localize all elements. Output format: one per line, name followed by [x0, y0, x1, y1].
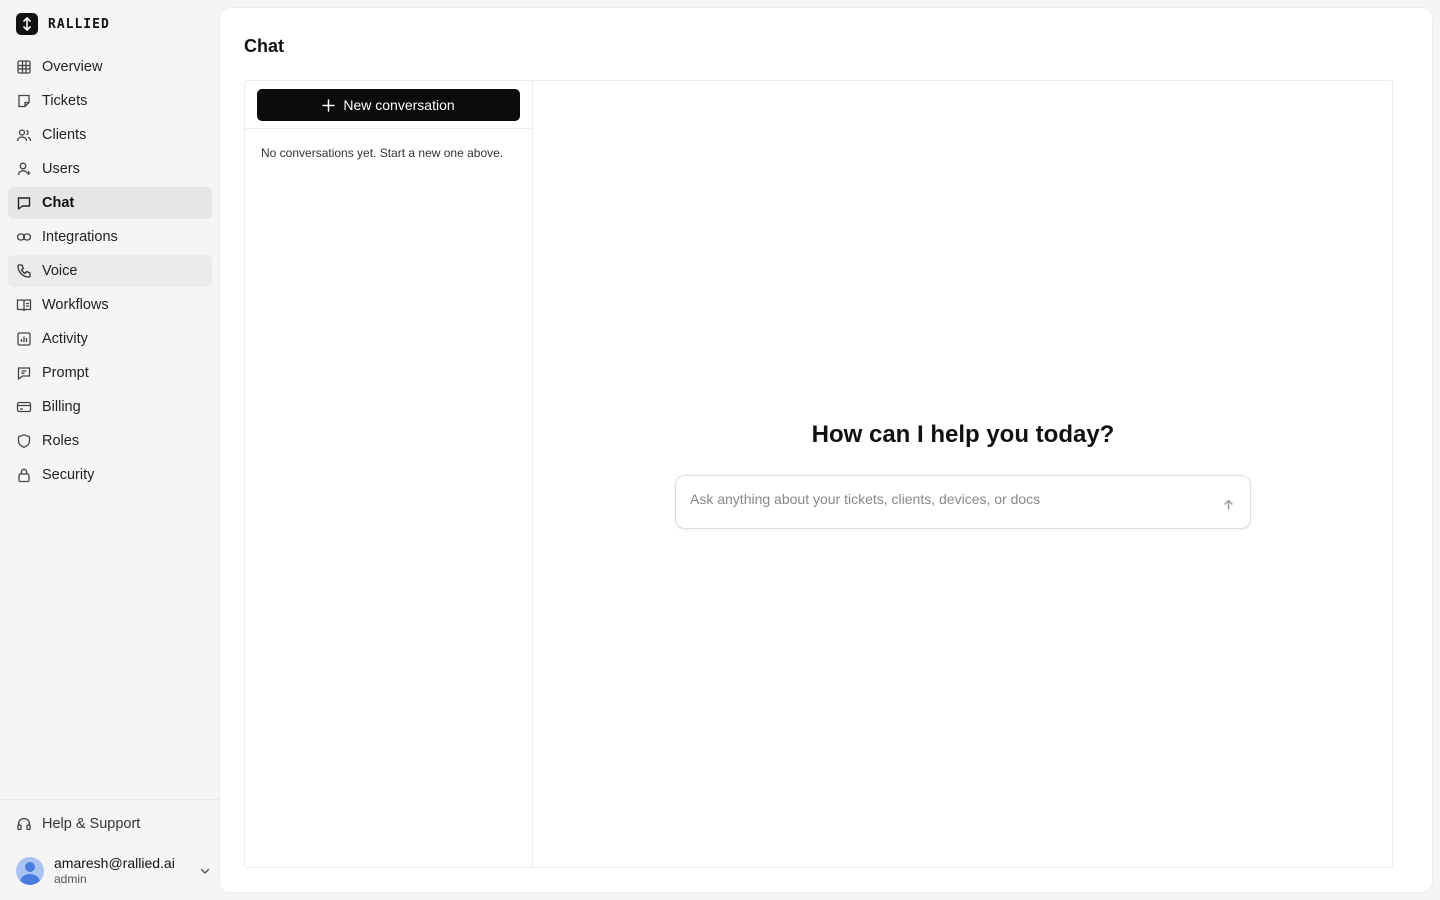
sidebar-item-users[interactable]: Users	[8, 153, 212, 185]
empty-conversations-text: No conversations yet. Start a new one ab…	[261, 146, 504, 160]
new-conversation-button[interactable]: New conversation	[257, 89, 520, 121]
conversation-divider	[245, 128, 532, 129]
sidebar-item-label: Tickets	[42, 93, 88, 109]
sidebar-item-label: Billing	[42, 399, 81, 415]
plus-icon	[322, 98, 336, 112]
welcome-heading: How can I help you today?	[811, 421, 1115, 448]
sidebar-item-clients[interactable]: Clients	[8, 119, 212, 151]
sidebar-divider	[0, 799, 220, 800]
grid-icon	[17, 60, 31, 74]
sidebar-item-prompt[interactable]: Prompt	[8, 357, 212, 389]
page-title: Chat	[244, 36, 284, 56]
sidebar-item-integrations[interactable]: Integrations	[8, 221, 212, 253]
rallied-logo-icon	[16, 13, 38, 35]
user-menu[interactable]: amaresh@rallied.ai admin	[16, 854, 212, 888]
sidebar-item-roles[interactable]: Roles	[8, 425, 212, 457]
sidebar-item-label: Overview	[42, 59, 103, 75]
sidebar-item-workflows[interactable]: Workflows	[8, 289, 212, 321]
sidebar-item-label: Roles	[42, 433, 80, 449]
brand-name: RALLIED	[48, 16, 110, 32]
bar-chart-icon	[17, 332, 31, 346]
sidebar-item-label: Clients	[42, 127, 87, 143]
headset-icon	[17, 817, 31, 831]
conversation-list: New conversation No conversations yet. S…	[245, 81, 533, 867]
chat-icon	[17, 197, 31, 210]
sidebar-item-security[interactable]: Security	[8, 459, 212, 491]
chat-frame: New conversation No conversations yet. S…	[244, 80, 1393, 868]
main-panel: Chat New conversation No conversations y…	[220, 8, 1432, 892]
link-icon	[16, 233, 32, 241]
help-support-label: Help & Support	[42, 816, 141, 832]
book-icon	[16, 299, 32, 312]
brand[interactable]: RALLIED	[16, 12, 110, 36]
lock-icon	[18, 468, 30, 483]
phone-icon	[17, 264, 31, 278]
user-icon	[17, 162, 31, 176]
shield-icon	[17, 434, 31, 448]
chevron-down-icon[interactable]	[198, 864, 212, 878]
sidebar-item-label: Activity	[42, 331, 88, 347]
sidebar-item-chat[interactable]: Chat	[8, 187, 212, 219]
ticket-icon	[18, 94, 30, 108]
help-support-link[interactable]: Help & Support	[8, 808, 212, 840]
sidebar-item-label: Prompt	[42, 365, 89, 381]
sidebar-item-voice[interactable]: Voice	[8, 255, 212, 287]
arrow-up-icon	[1223, 499, 1233, 510]
avatar	[16, 857, 44, 885]
sidebar-item-label: Workflows	[42, 297, 109, 313]
sidebar-item-tickets[interactable]: Tickets	[8, 85, 212, 117]
sidebar-item-billing[interactable]: Billing	[8, 391, 212, 423]
new-conversation-label: New conversation	[343, 97, 455, 113]
chat-input[interactable]	[690, 486, 1210, 512]
users-icon	[16, 129, 32, 142]
credit-card-icon	[16, 401, 32, 413]
sidebar-item-label: Users	[42, 161, 80, 177]
send-button[interactable]	[1220, 496, 1236, 512]
sidebar-item-activity[interactable]: Activity	[8, 323, 212, 355]
sidebar-item-label: Integrations	[42, 229, 118, 245]
sidebar: RALLIED Overview Tickets Clients Users C…	[0, 0, 220, 900]
chat-composer	[675, 475, 1251, 529]
user-email: amaresh@rallied.ai	[54, 854, 175, 871]
message-text-icon	[17, 367, 31, 380]
user-role: admin	[54, 872, 87, 887]
sidebar-item-label: Security	[42, 467, 95, 483]
sidebar-nav: Overview Tickets Clients Users Chat Inte…	[8, 51, 212, 493]
sidebar-item-label: Voice	[42, 263, 78, 279]
sidebar-item-label: Chat	[42, 195, 75, 211]
chat-area: How can I help you today?	[534, 81, 1392, 867]
sidebar-item-overview[interactable]: Overview	[8, 51, 212, 83]
